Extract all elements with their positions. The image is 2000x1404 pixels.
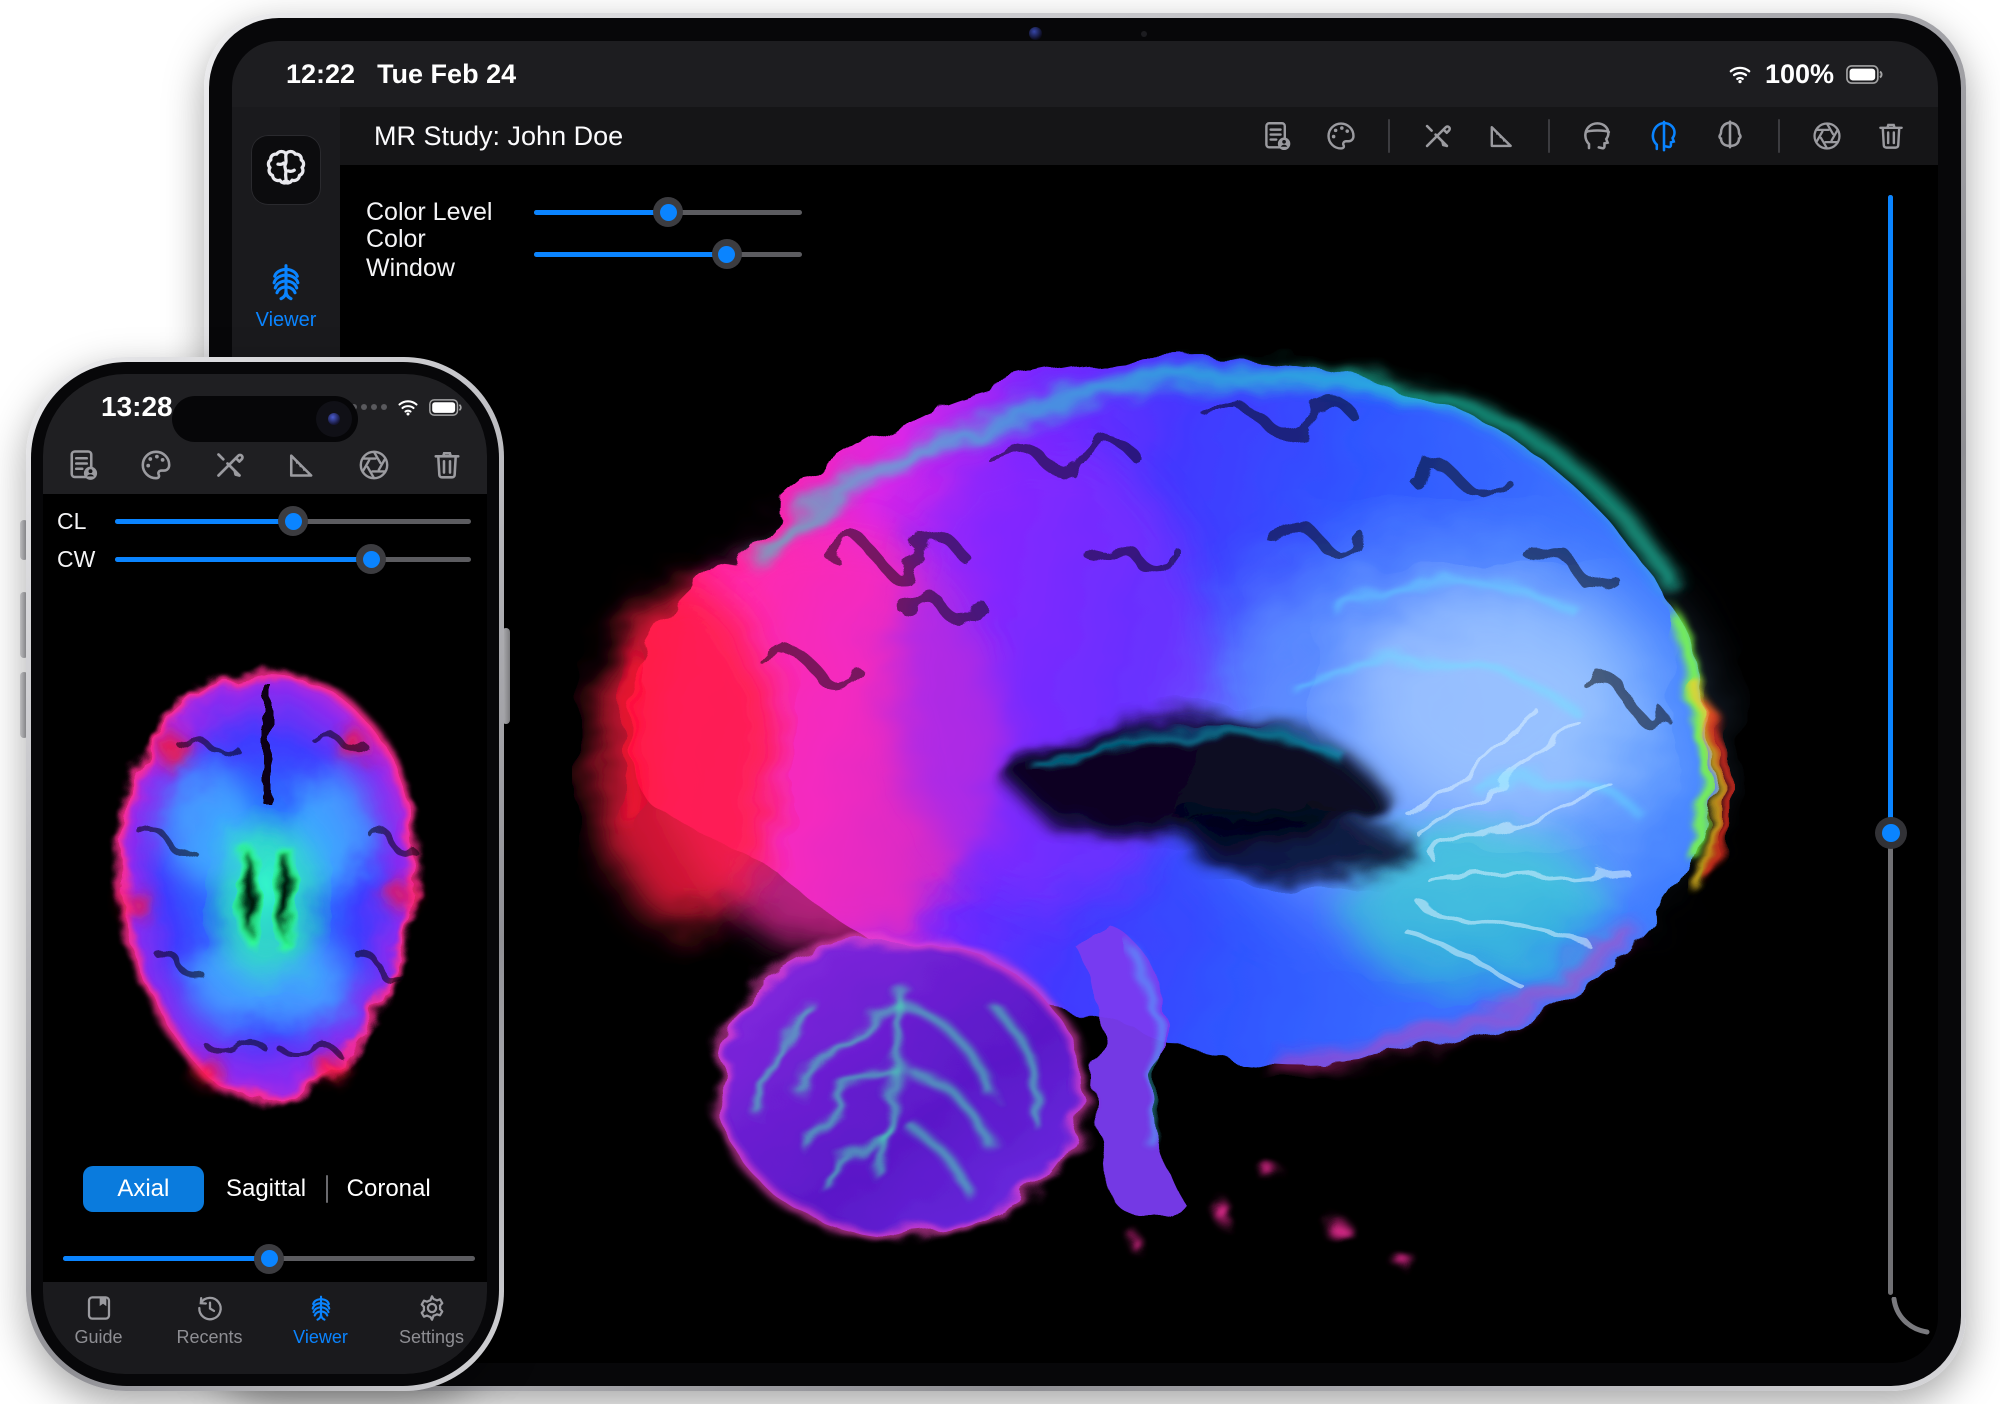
toolbar-separator <box>1388 119 1390 153</box>
tab-viewer[interactable]: Viewer <box>271 1292 371 1348</box>
study-title: MR Study: John Doe <box>374 121 623 152</box>
ribcage-icon <box>305 1292 337 1324</box>
cw-label: CW <box>57 546 101 573</box>
battery-icon <box>429 399 463 416</box>
ipad-front-camera-icon <box>1029 27 1042 40</box>
slice-slider[interactable] <box>63 1256 475 1261</box>
cl-slider-thumb[interactable] <box>278 506 308 536</box>
ipad-date: Tue Feb 24 <box>377 59 516 90</box>
ipad-sensor-dot <box>1141 31 1147 37</box>
color-window-slider[interactable] <box>534 252 802 257</box>
recents-icon <box>194 1292 226 1324</box>
tab-recents[interactable]: Recents <box>160 1292 260 1348</box>
tab-guide-label: Guide <box>74 1327 122 1348</box>
sidebar-item-viewer[interactable]: Viewer <box>232 259 340 332</box>
aperture-icon[interactable] <box>356 447 392 483</box>
cellular-signal-icon <box>351 404 387 410</box>
cw-slider[interactable] <box>115 557 471 562</box>
ribcage-icon <box>263 259 309 305</box>
slice-slider-thumb[interactable] <box>254 1244 284 1274</box>
iphone-screen: 13:28 CL <box>43 374 487 1374</box>
guide-icon <box>83 1292 115 1324</box>
ruler-icon[interactable] <box>1484 119 1518 153</box>
color-window-slider-thumb[interactable] <box>712 239 742 269</box>
color-level-slider[interactable] <box>534 210 802 215</box>
palette-icon[interactable] <box>1324 119 1358 153</box>
slider-end-hook <box>1891 1297 1938 1341</box>
iphone-device: 13:28 CL <box>26 357 504 1391</box>
toolbar-separator <box>1778 119 1780 153</box>
ipad-statusbar: 12:22 Tue Feb 24 100% <box>232 41 1938 107</box>
color-level-slider-thumb[interactable] <box>653 197 683 227</box>
color-window-label: Color Window <box>366 225 518 283</box>
tools-icon[interactable] <box>211 447 247 483</box>
brain-app-icon <box>251 135 321 205</box>
axial-brain-image[interactable] <box>87 654 447 1134</box>
trash-icon[interactable] <box>429 447 465 483</box>
toolbar-separator <box>1548 119 1550 153</box>
trash-icon[interactable] <box>1874 119 1908 153</box>
tab-recents-label: Recents <box>176 1327 242 1348</box>
tab-settings-label: Settings <box>399 1327 464 1348</box>
wifi-icon <box>396 395 420 419</box>
ruler-icon[interactable] <box>283 447 319 483</box>
ipad-color-controls: Color Level Color Window <box>366 191 926 275</box>
tab-guide[interactable]: Guide <box>49 1292 149 1348</box>
battery-percent: 100% <box>1765 59 1834 90</box>
report-icon[interactable] <box>65 447 101 483</box>
tab-settings[interactable]: Settings <box>382 1292 482 1348</box>
aperture-icon[interactable] <box>1810 119 1844 153</box>
sidebar-item-viewer-label: Viewer <box>232 309 340 332</box>
wifi-icon <box>1727 61 1753 87</box>
iphone-tabbar: Guide Recents Viewer Settings <box>43 1282 487 1374</box>
iphone-front-camera-icon <box>316 401 352 437</box>
sagittal-brain-image[interactable] <box>572 307 1772 1297</box>
settings-icon <box>416 1292 448 1324</box>
slice-slider-vertical-thumb[interactable] <box>1875 817 1907 849</box>
slice-slider-vertical[interactable] <box>1888 195 1893 1295</box>
cw-slider-thumb[interactable] <box>356 544 386 574</box>
head-coronal-icon[interactable] <box>1712 118 1748 154</box>
tab-viewer-label: Viewer <box>293 1327 348 1348</box>
segment-coronal[interactable]: Coronal <box>328 1166 449 1212</box>
cl-slider[interactable] <box>115 519 471 524</box>
battery-icon <box>1846 65 1884 84</box>
head-sagittal-icon[interactable] <box>1646 118 1682 154</box>
palette-icon[interactable] <box>138 447 174 483</box>
ipad-toolbar: MR Study: John Doe <box>340 107 1938 165</box>
color-level-label: Color Level <box>366 198 518 227</box>
segment-sagittal[interactable]: Sagittal <box>206 1166 327 1212</box>
ipad-clock: 12:22 <box>286 59 355 90</box>
iphone-clock: 13:28 <box>101 391 173 423</box>
segment-axial[interactable]: Axial <box>83 1166 204 1212</box>
head-axial-icon[interactable] <box>1580 118 1616 154</box>
report-icon[interactable] <box>1260 119 1294 153</box>
tools-icon[interactable] <box>1420 119 1454 153</box>
plane-segmented-control: Axial Sagittal Coronal <box>83 1166 449 1212</box>
cl-label: CL <box>57 508 101 535</box>
iphone-color-controls: CL CW <box>57 502 473 578</box>
iphone-toolbar <box>43 436 487 494</box>
